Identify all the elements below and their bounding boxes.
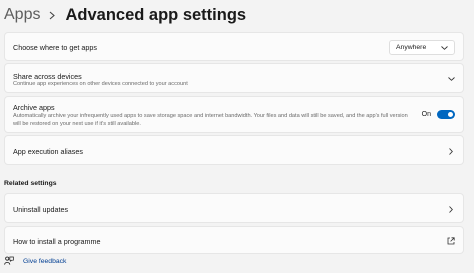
get-apps-setting: Choose where to get apps Anywhere [4,32,464,61]
archive-apps-label: Archive apps [13,103,55,112]
give-feedback-label: Give feedback [23,257,67,265]
share-across-devices-setting[interactable]: Share across devices Continue app experi… [4,63,464,93]
how-to-install-label: How to install a programme [13,237,101,246]
archive-apps-setting: Archive apps Automatically archive your … [4,96,464,133]
app-execution-aliases-setting[interactable]: App execution aliases [4,135,464,165]
archive-apps-description: Automatically archive your infrequently … [13,113,408,127]
feedback-icon [4,256,14,266]
chevron-right-icon [49,11,56,20]
give-feedback-link[interactable]: Give feedback [4,256,66,266]
toggle-knob [448,112,453,117]
chevron-down-icon [440,45,448,50]
app-execution-aliases-label: App execution aliases [13,147,83,156]
archive-apps-toggle-state: On [421,111,431,118]
get-apps-dropdown-value: Anywhere [396,44,427,51]
related-settings-heading: Related settings [4,180,57,187]
breadcrumb-apps-link[interactable]: Apps [4,6,40,24]
share-across-devices-description: Continue app experiences on other device… [13,81,188,87]
chevron-right-icon [447,205,455,213]
get-apps-dropdown[interactable]: Anywhere [389,40,455,55]
uninstall-updates-label: Uninstall updates [13,205,69,214]
archive-apps-toggle[interactable] [437,110,455,119]
external-link-icon [447,237,455,245]
page-title: Advanced app settings [65,5,247,24]
breadcrumb: Apps Advanced app settings [4,2,246,28]
chevron-down-icon[interactable] [447,75,455,83]
get-apps-label: Choose where to get apps [13,43,97,52]
how-to-install-link[interactable]: How to install a programme [4,226,464,254]
uninstall-updates-setting[interactable]: Uninstall updates [4,193,464,223]
chevron-right-icon [447,147,455,155]
